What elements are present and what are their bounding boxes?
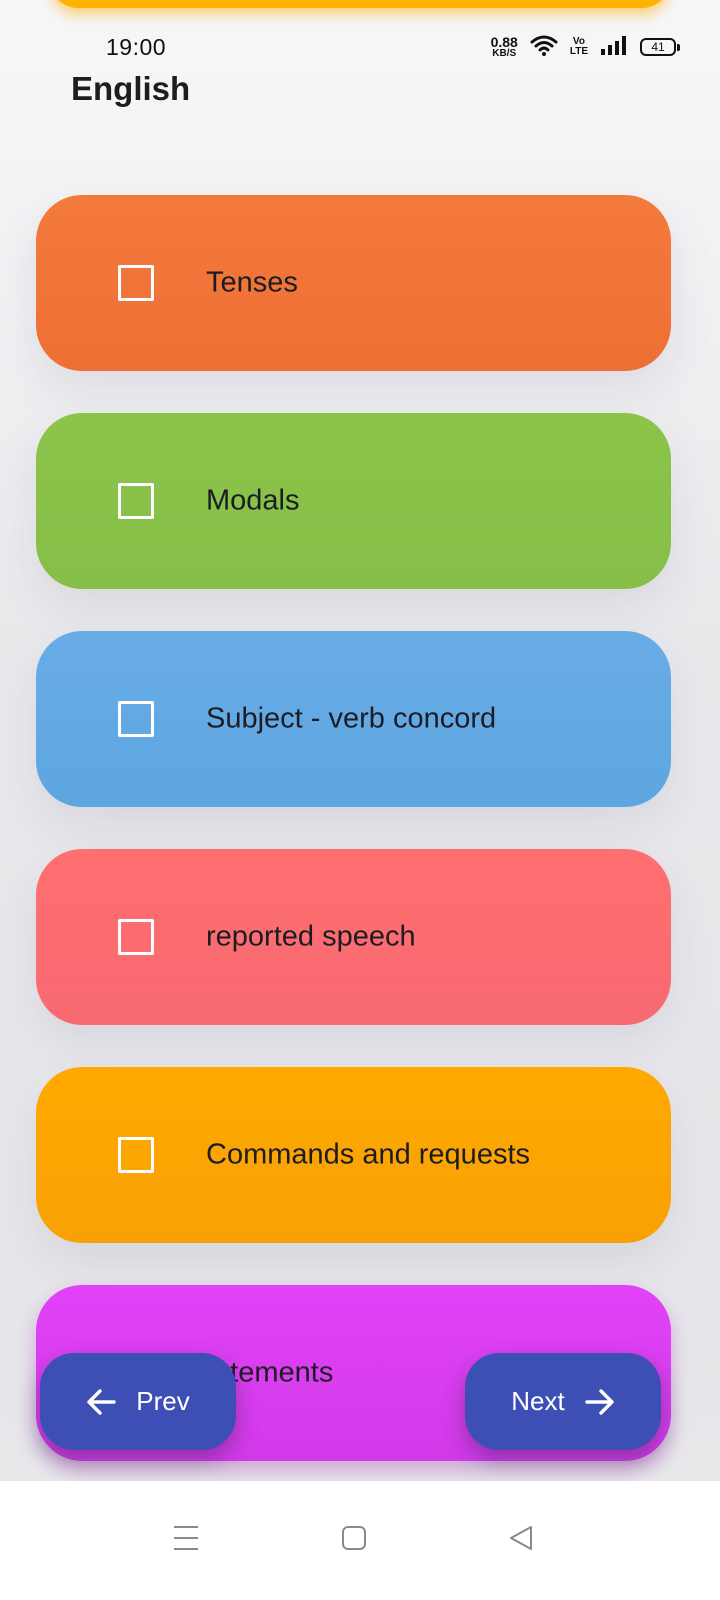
topic-label: Commands and requests xyxy=(206,1138,530,1171)
topic-label: Subject - verb concord xyxy=(206,702,497,735)
topic-checkbox[interactable] xyxy=(118,265,154,301)
network-speed-unit: KB/S xyxy=(492,48,517,59)
page-title: English xyxy=(71,70,191,107)
status-bar: 19:00 0.88 KB/S Vo LTE 41 xyxy=(0,26,720,66)
arrow-left-icon xyxy=(86,1388,116,1415)
next-button-label: Next xyxy=(511,1386,565,1416)
menu-icon[interactable] xyxy=(173,1525,199,1556)
topic-label: reported speech xyxy=(206,920,416,953)
topic-card-modals[interactable]: Modals xyxy=(36,413,671,589)
status-time: 19:00 xyxy=(106,34,167,60)
battery-icon: 41 xyxy=(640,38,680,56)
home-icon[interactable] xyxy=(341,1525,367,1556)
topic-checkbox[interactable] xyxy=(118,1137,154,1173)
volte-indicator: Vo LTE xyxy=(570,37,588,57)
topic-card-tenses[interactable]: Tenses xyxy=(36,195,671,371)
topic-card-subject-verb-concord[interactable]: Subject - verb concord xyxy=(36,631,671,807)
topic-checkbox[interactable] xyxy=(118,701,154,737)
signal-icon xyxy=(600,35,628,60)
topic-label: Tenses xyxy=(206,266,298,299)
app-screen: 19:00 0.88 KB/S Vo LTE 41 English Tenses… xyxy=(0,0,720,1600)
prev-button-label: Prev xyxy=(136,1386,190,1416)
wifi-icon xyxy=(530,34,558,61)
system-navigation-bar xyxy=(0,1481,720,1600)
volte-bottom: LTE xyxy=(569,46,588,57)
status-indicators: 0.88 KB/S Vo LTE 41 xyxy=(491,32,680,62)
prev-button[interactable]: Prev xyxy=(40,1353,236,1450)
topic-card-reported-speech[interactable]: reported speech xyxy=(36,849,671,1025)
top-decoration xyxy=(50,0,670,8)
topic-checkbox[interactable] xyxy=(118,483,154,519)
topic-card-commands-and-requests[interactable]: Commands and requests xyxy=(36,1067,671,1243)
next-button[interactable]: Next xyxy=(465,1353,661,1450)
topic-label: Modals xyxy=(206,484,300,517)
network-speed-value: 0.88 xyxy=(490,34,518,50)
back-icon[interactable] xyxy=(508,1525,534,1556)
network-speed: 0.88 KB/S xyxy=(491,35,518,59)
battery-level: 41 xyxy=(651,40,665,54)
topic-checkbox[interactable] xyxy=(118,919,154,955)
arrow-right-icon xyxy=(585,1388,615,1415)
